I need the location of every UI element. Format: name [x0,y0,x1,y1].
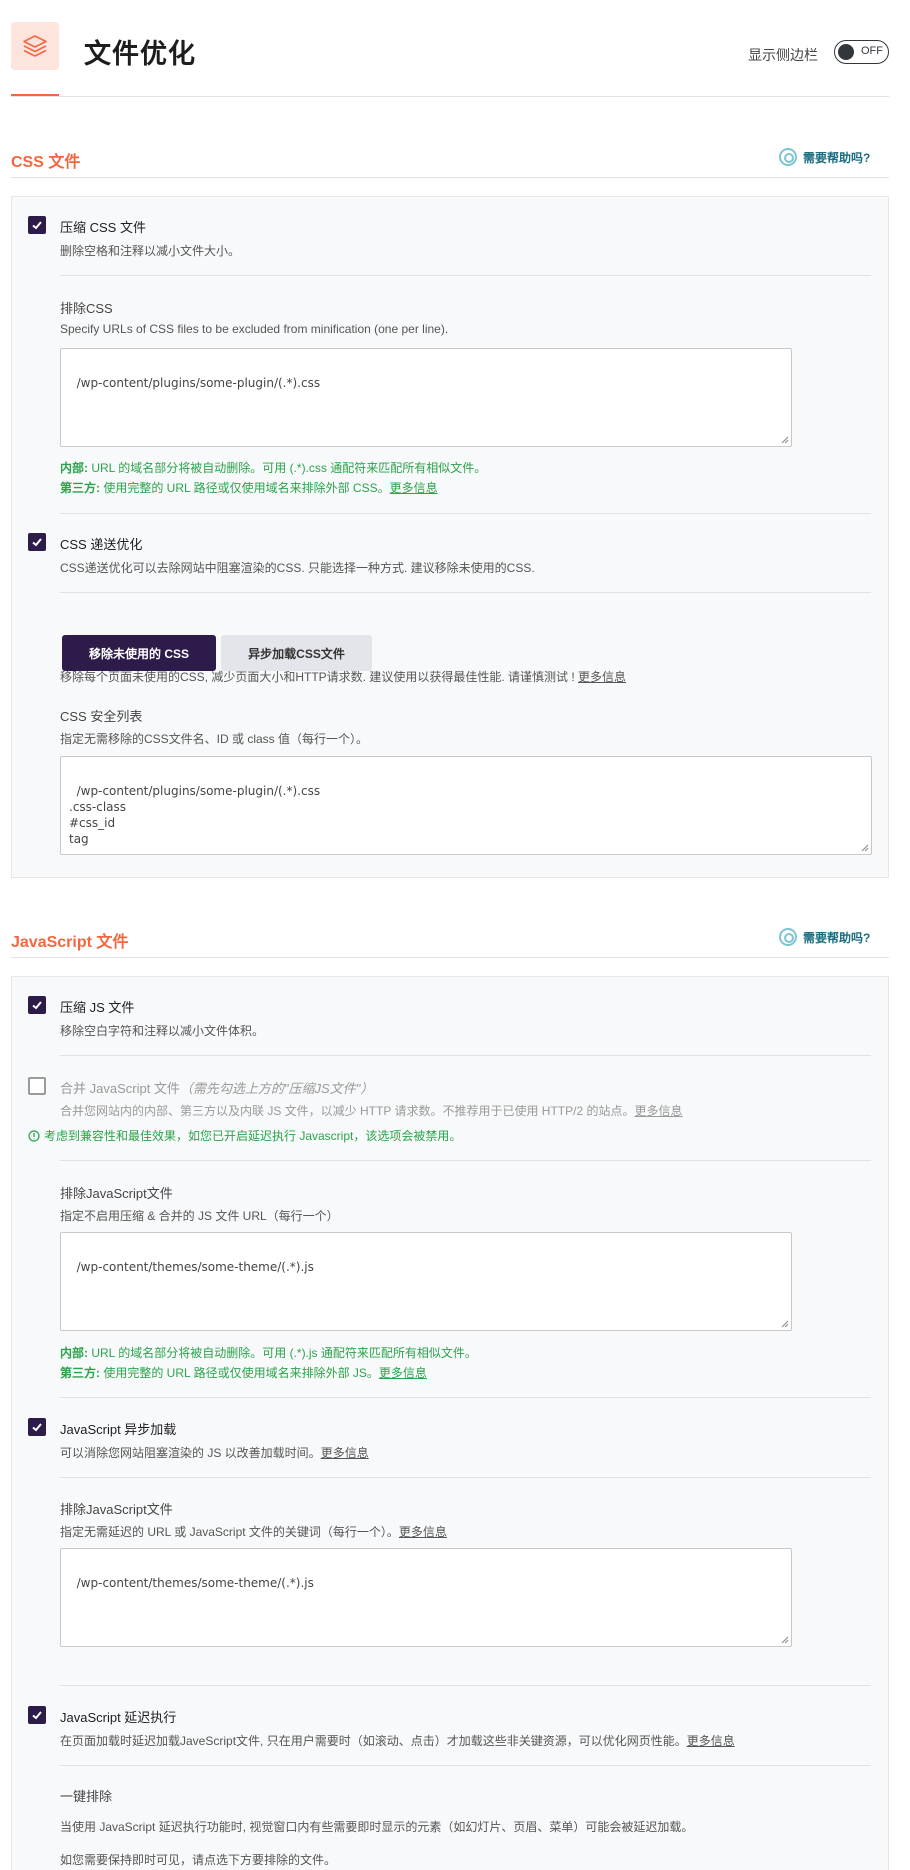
divider [60,1765,871,1766]
one-click-title: 一键排除 [60,1789,113,1804]
exclude-js-desc: 指定不启用压缩 & 合并的 JS 文件 URL（每行一个） [60,1209,339,1223]
exclude-js-title: 排除JavaScript文件 [60,1186,173,1201]
divider [60,1685,871,1686]
resize-grip-icon[interactable] [781,436,789,444]
lifebuoy-icon [779,148,797,166]
js-section-title: JavaScript 文件 [11,934,129,951]
section-divider [11,177,889,178]
css-safelist-title: CSS 安全列表 [60,709,143,724]
async-js-label: JavaScript 异步加载 [60,1422,177,1437]
css-delivery-label: CSS 递送优化 [60,537,143,552]
css-delivery-desc: CSS递送优化可以去除网站中阻塞渲染的CSS. 只能选择一种方式. 建议移除未使… [60,561,535,575]
css-section-title: CSS 文件 [11,154,81,171]
remove-unused-desc: 移除每个页面未使用的CSS, 减少页面大小和HTTP请求数. 建议使用以获得最佳… [60,670,627,684]
minify-css-label: 压缩 CSS 文件 [60,220,146,235]
async-js-desc: 可以消除您网站阻塞渲染的 JS 以改善加载时间。更多信息 [60,1446,369,1460]
resize-grip-icon[interactable] [861,844,869,852]
minify-js-label: 压缩 JS 文件 [60,1000,135,1015]
divider [60,1055,871,1056]
divider [60,1397,871,1398]
toggle-knob [838,44,854,60]
minify-js-checkbox[interactable] [28,996,46,1014]
divider [60,275,871,276]
exclude-css-note-internal: 内部: URL 的域名部分将被自动删除。可用 (.*).css 通配符来匹配所有… [60,461,487,475]
exclude-js-textarea[interactable]: /wp-content/themes/some-theme/(.*).js [60,1232,792,1331]
minify-css-checkbox[interactable] [28,216,46,234]
header-divider [11,96,889,97]
one-click-desc-2: 如您需要保持即时可见，请点选下方要排除的文件。 [60,1853,337,1867]
async-exclude-desc: 指定无需延迟的 URL 或 JavaScript 文件的关键词（每行一个）。更多… [60,1525,447,1539]
more-info-link[interactable]: 更多信息 [578,670,626,684]
exclude-js-note-internal: 内部: URL 的域名部分将被自动删除。可用 (.*).js 通配符来匹配所有相… [60,1346,477,1360]
lifebuoy-icon [779,928,797,946]
more-info-link[interactable]: 更多信息 [379,1366,427,1380]
css-help-link[interactable]: 需要帮助吗? [779,148,870,166]
sidebar-toggle-label: 显示侧边栏 [748,47,818,63]
layers-icon [11,22,59,70]
exclude-css-textarea[interactable]: /wp-content/plugins/some-plugin/(.*).css [60,348,792,447]
exclude-css-title: 排除CSS [60,301,113,316]
resize-grip-icon[interactable] [781,1636,789,1644]
remove-unused-css-button[interactable]: 移除未使用的 CSS [62,635,216,671]
info-circle-icon [28,1129,40,1142]
more-info-link[interactable]: 更多信息 [687,1734,735,1748]
css-safelist-textarea[interactable]: /wp-content/plugins/some-plugin/(.*).css… [60,756,872,855]
divider [60,1160,871,1161]
delay-js-checkbox[interactable] [28,1706,46,1724]
exclude-css-desc: Specify URLs of CSS files to be excluded… [60,322,449,336]
minify-js-desc: 移除空白字符和注释以减小文件体积。 [60,1024,265,1038]
exclude-js-note-third: 第三方: 使用完整的 URL 路径或仅使用域名来排除外部 JS。更多信息 [60,1366,427,1380]
combine-js-desc: 合并您网站内的内部、第三方以及内联 JS 文件，以减少 HTTP 请求数。不推荐… [60,1104,683,1118]
combine-js-label: 合并 JavaScript 文件（需先勾选上方的"压缩JS文件"） [60,1081,374,1096]
help-label: 需要帮助吗? [803,150,871,165]
resize-grip-icon[interactable] [781,1320,789,1328]
css-delivery-checkbox[interactable] [28,533,46,551]
page-title: 文件优化 [84,39,196,69]
combine-js-checkbox[interactable] [28,1077,46,1095]
exclude-css-note-third: 第三方: 使用完整的 URL 路径或仅使用域名来排除外部 CSS。更多信息 [60,481,438,495]
help-label: 需要帮助吗? [803,930,871,945]
divider [60,592,871,593]
more-info-link[interactable]: 更多信息 [634,1104,682,1118]
css-safelist-desc: 指定无需移除的CSS文件名、ID 或 class 值（每行一个）。 [60,732,369,746]
more-info-link[interactable]: 更多信息 [390,481,438,495]
toggle-state: OFF [861,45,883,57]
async-exclude-textarea[interactable]: /wp-content/themes/some-theme/(.*).js [60,1548,792,1647]
section-divider [11,957,889,958]
async-css-button[interactable]: 异步加载CSS文件 [221,635,372,671]
async-js-checkbox[interactable] [28,1418,46,1436]
async-exclude-title: 排除JavaScript文件 [60,1502,173,1517]
sidebar-toggle[interactable]: OFF [834,40,889,64]
combine-js-warning: 考虑到兼容性和最佳效果，如您已开启延迟执行 Javascript，该选项会被禁用… [28,1127,461,1144]
divider [60,513,871,514]
one-click-desc-1: 当使用 JavaScript 延迟执行功能时, 视觉窗口内有些需要即时显示的元素… [60,1820,694,1834]
delay-js-label: JavaScript 延迟执行 [60,1710,177,1725]
minify-css-desc: 删除空格和注释以减小文件大小。 [60,244,241,258]
more-info-link[interactable]: 更多信息 [399,1525,447,1539]
more-info-link[interactable]: 更多信息 [321,1446,369,1460]
js-help-link[interactable]: 需要帮助吗? [779,928,870,946]
divider [60,1477,871,1478]
delay-js-desc: 在页面加载时延迟加载JaveScript文件, 只在用户需要时（如滚动、点击）才… [60,1734,735,1748]
